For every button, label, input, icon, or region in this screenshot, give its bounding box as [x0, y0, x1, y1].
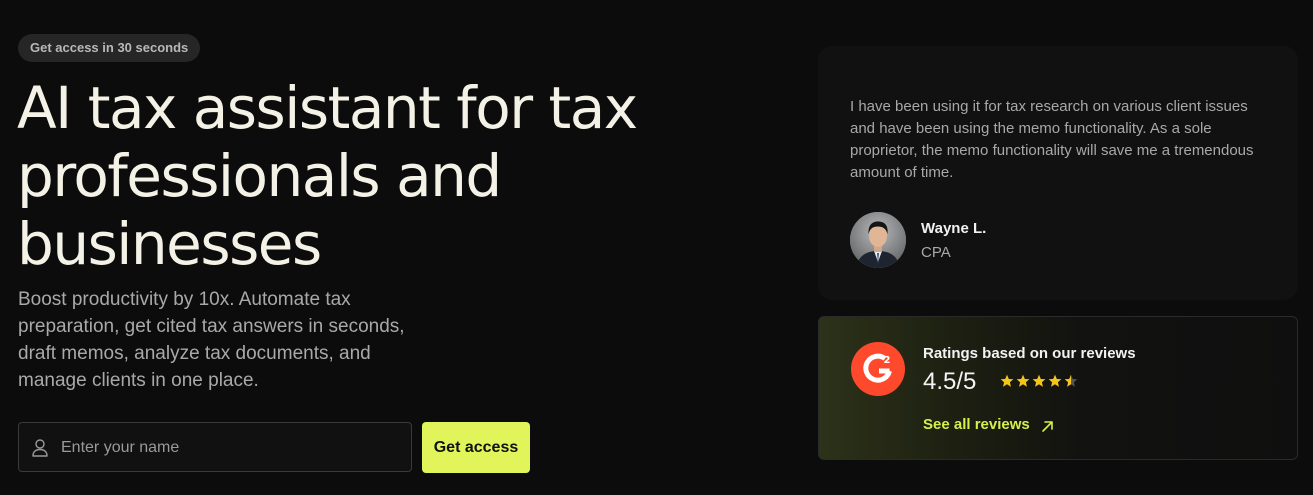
- name-input[interactable]: [59, 423, 403, 473]
- star-full-icon: [1016, 374, 1030, 387]
- access-badge: Get access in 30 seconds: [18, 34, 201, 62]
- avatar: [850, 212, 906, 268]
- star-full-icon: [1032, 374, 1046, 387]
- rating-score: 4.5/5: [923, 368, 977, 395]
- get-access-button[interactable]: Get access: [422, 422, 530, 473]
- svg-text:2: 2: [884, 355, 891, 366]
- testimonial-role: CPA: [921, 244, 951, 261]
- user-icon: [32, 439, 48, 457]
- testimonial-quote: I have been using it for tax research on…: [850, 98, 1254, 181]
- testimonial-author: Wayne L.: [921, 220, 987, 237]
- g2-logo: 2: [851, 342, 905, 396]
- ratings-title: Ratings based on our reviews: [923, 345, 1136, 362]
- hero-subtitle: Boost productivity by 10x. Automate tax …: [18, 289, 405, 391]
- see-all-reviews-link[interactable]: See all reviews: [923, 416, 1030, 433]
- page-title: AI tax assistant for tax professionals a…: [17, 74, 638, 278]
- testimonial-card: I have been using it for tax research on…: [818, 46, 1298, 300]
- star-full-icon: [1000, 374, 1014, 387]
- name-field[interactable]: [18, 422, 412, 473]
- ratings-card: 2 Ratings based on our reviews 4.5/5 See…: [818, 316, 1298, 460]
- star-half-icon: [1064, 374, 1078, 387]
- avatar-portrait: [850, 212, 906, 268]
- star-rating: [1000, 374, 1080, 390]
- star-full-icon: [1048, 374, 1062, 387]
- arrow-up-right-icon[interactable]: [1041, 420, 1054, 433]
- landing-page: Get access in 30 seconds AI tax assistan…: [0, 0, 1313, 495]
